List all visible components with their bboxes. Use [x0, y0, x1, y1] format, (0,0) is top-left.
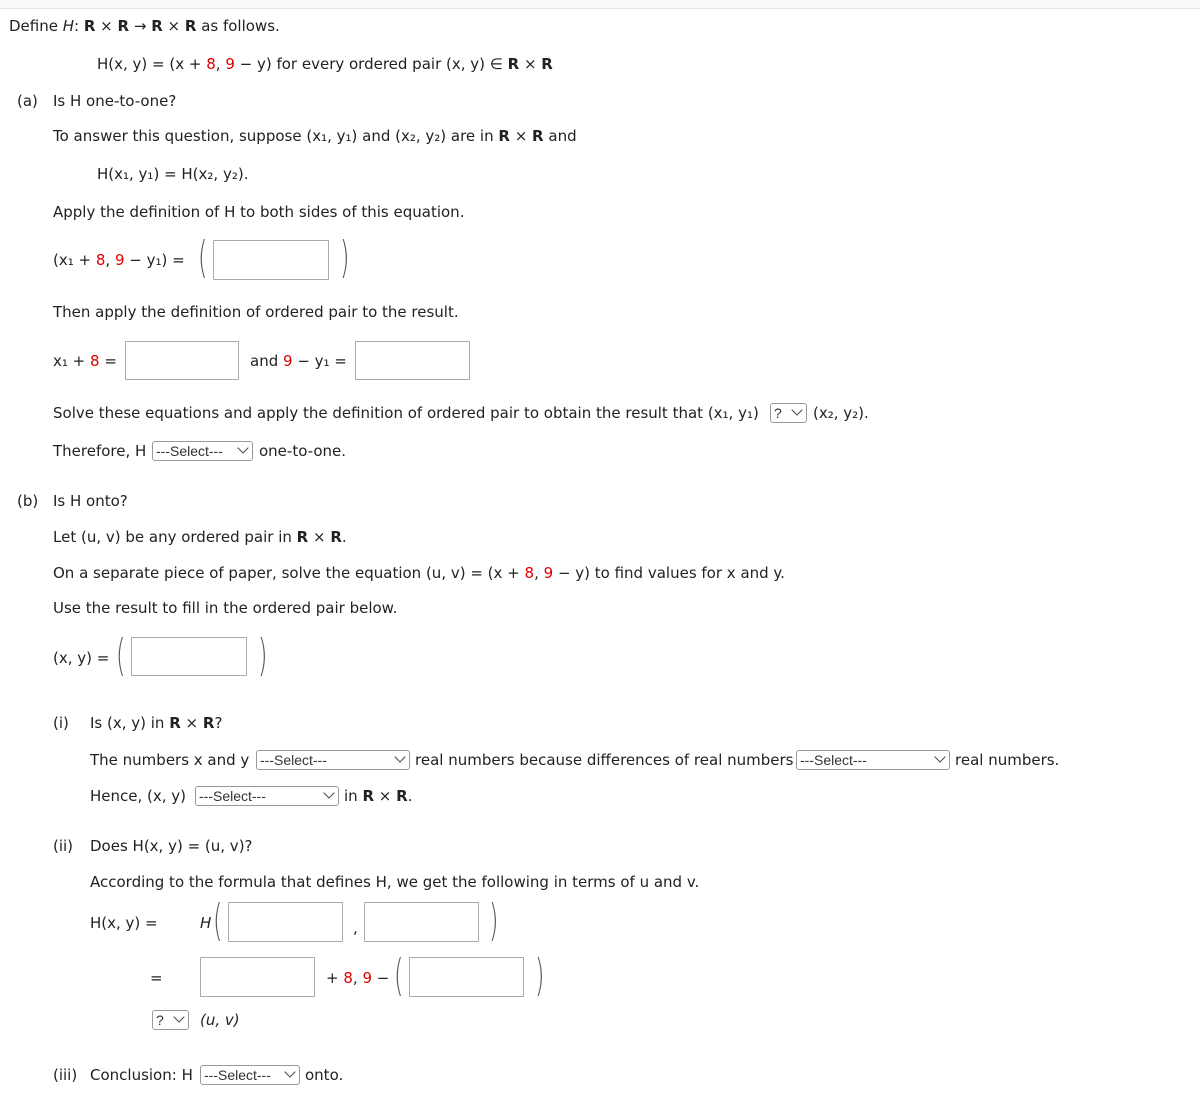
rhs-pair-field[interactable]	[214, 241, 328, 279]
chevron-down-icon	[237, 442, 249, 454]
part-b-label: (b)	[17, 492, 39, 510]
right-paren: )	[535, 950, 545, 1001]
second-coord-input[interactable]	[409, 957, 524, 997]
relation-select[interactable]: ?	[770, 403, 807, 423]
first-coord-input[interactable]	[200, 957, 315, 997]
are-real-select[interactable]: ---Select---	[256, 750, 410, 770]
definition-line: Define H: R × R → R × R as follows.	[9, 17, 280, 35]
iii-label: (iii)	[53, 1066, 78, 1084]
part-a-question: Is H one-to-one?	[53, 92, 177, 110]
hence-select[interactable]: ---Select---	[195, 786, 339, 806]
eq2-input[interactable]	[355, 341, 470, 380]
eq1-input[interactable]	[125, 341, 239, 380]
suppose-line: To answer this question, suppose (x₁, y₁…	[53, 127, 577, 145]
eq2-field[interactable]	[356, 342, 469, 379]
solve-text: Solve these equations and apply the defi…	[53, 404, 759, 422]
left-paren: (	[116, 630, 126, 681]
numbers-end: real numbers.	[955, 751, 1060, 769]
h-equation: H(x₁, y₁) = H(x₂, y₂).	[97, 165, 249, 183]
eq1-field[interactable]	[126, 342, 238, 379]
plus-expression: + 8, 9 −	[326, 969, 390, 987]
according-text: According to the formula that defines H,…	[90, 873, 700, 891]
ii-label: (ii)	[53, 837, 74, 855]
i-question: Is (x, y) in R × R?	[90, 714, 223, 732]
left-paren: (	[198, 232, 208, 283]
comma: ,	[353, 919, 358, 937]
let-line: Let (u, v) be any ordered pair in R × R.	[53, 528, 347, 546]
h-letter: H	[200, 914, 212, 932]
right-paren: )	[258, 630, 268, 681]
formula-line: H(x, y) = (x + 8, 9 − y) for every order…	[97, 55, 553, 73]
differences-select[interactable]: ---Select---	[796, 750, 950, 770]
eq1-label: x₁ + 8 =	[53, 352, 117, 370]
use-text: Use the result to fill in the ordered pa…	[53, 599, 398, 617]
right-paren: )	[489, 895, 499, 946]
chevron-down-icon	[284, 1066, 296, 1078]
first-coord-field[interactable]	[201, 958, 314, 996]
equality-select[interactable]: ?	[152, 1010, 189, 1030]
right-paren: )	[340, 232, 350, 283]
xy-pair-field[interactable]	[132, 638, 246, 675]
i-label: (i)	[53, 714, 69, 732]
solve-end: (x₂, y₂).	[813, 404, 869, 422]
uv-label: (u, v)	[200, 1011, 240, 1029]
therefore-end: one-to-one.	[259, 442, 347, 460]
therefore-text: Therefore, H	[53, 442, 147, 460]
h-arg1-field[interactable]	[229, 903, 342, 941]
equals-sign: =	[150, 969, 163, 987]
hence-text: Hence, (x, y)	[90, 787, 187, 805]
left-paren: (	[213, 895, 223, 946]
h-arg2-input[interactable]	[364, 902, 479, 942]
conclusion-end: onto.	[305, 1066, 344, 1084]
top-bar	[0, 0, 1200, 9]
chevron-down-icon	[394, 751, 406, 763]
ii-question: Does H(x, y) = (u, v)?	[90, 837, 253, 855]
second-coord-field[interactable]	[410, 958, 523, 996]
chevron-down-icon	[173, 1011, 185, 1023]
chevron-down-icon	[934, 751, 946, 763]
conclusion-text: Conclusion: H	[90, 1066, 193, 1084]
chevron-down-icon	[323, 787, 335, 799]
onto-select[interactable]: ---Select---	[200, 1065, 300, 1085]
apply-text: Apply the definition of H to both sides …	[53, 203, 465, 221]
one-to-one-select[interactable]: ---Select---	[152, 441, 253, 461]
part-a-label: (a)	[17, 92, 38, 110]
eq2-label: and 9 − y₁ =	[250, 352, 347, 370]
numbers-mid: real numbers because differences of real…	[415, 751, 794, 769]
part-b-question: Is H onto?	[53, 492, 128, 510]
rhs-pair-input[interactable]	[213, 240, 329, 280]
solve-equation-line: On a separate piece of paper, solve the …	[53, 564, 785, 582]
xy-pair-input[interactable]	[131, 637, 247, 676]
xy-eq-label: (x, y) =	[53, 649, 110, 667]
hxy-eq-label: H(x, y) =	[90, 914, 158, 932]
h-arg2-field[interactable]	[365, 903, 478, 941]
then-text: Then apply the definition of ordered pai…	[53, 303, 459, 321]
chevron-down-icon	[791, 404, 803, 416]
h-arg1-input[interactable]	[228, 902, 343, 942]
hence-end: in R × R.	[344, 787, 413, 805]
lhs-expression: (x₁ + 8, 9 − y₁) =	[53, 251, 185, 269]
left-paren: (	[394, 950, 404, 1001]
numbers-text: The numbers x and y	[90, 751, 250, 769]
